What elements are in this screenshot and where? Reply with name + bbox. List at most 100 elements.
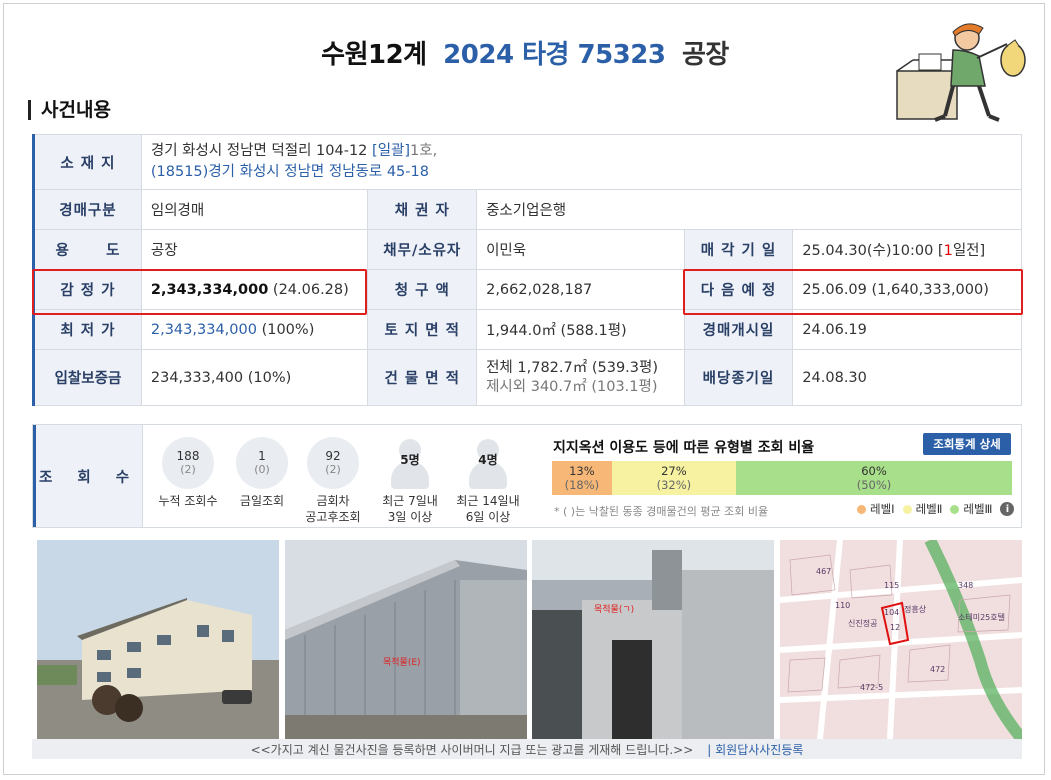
stat-visitors-7d: 5명 최근 7일내 3일 이상 <box>368 437 452 525</box>
stat-caption: 금회차 공고후조회 <box>291 493 375 525</box>
legend-dot-level3 <box>950 504 960 514</box>
person-icon: 5명 <box>384 437 436 489</box>
sale-date-label: 매 각 기 일 <box>683 229 794 270</box>
auction-type-label: 경매구분 <box>32 189 142 230</box>
min-price-label: 최 저 가 <box>32 309 142 350</box>
stat-value: 92 <box>325 449 341 463</box>
ratio-segment-level2: 27% (32%) <box>611 461 736 495</box>
property-photo-entrance[interactable]: 목적물(ㄱ) <box>532 540 774 739</box>
dividend-deadline-label: 배당종기일 <box>683 349 794 406</box>
claim-value: 2,662,028,187 <box>476 269 685 310</box>
view-stats-detail-button[interactable]: 조회통계 상세 <box>923 433 1011 455</box>
min-price-value: 2,343,334,000 (100%) <box>140 309 369 350</box>
visitor-count: 4명 <box>478 453 498 467</box>
debtor-owner-label: 채무/소유자 <box>367 229 478 270</box>
photo-register-notice: <<가지고 계신 물건사진을 등록하면 사이버머니 지급 또는 광고를 게재해 … <box>250 742 694 757</box>
ratio-segment-level3: 60% (50%) <box>735 461 1012 495</box>
sale-date-value: 25.04.30(수)10:00 [1일전] <box>792 229 1022 270</box>
map-label: 신진정공 <box>848 618 877 628</box>
claim-label: 청 구 액 <box>367 269 478 310</box>
visitor-count: 5명 <box>400 453 420 467</box>
stat-caption: 최근 14일내 6일 이상 <box>446 493 530 525</box>
auction-mascot-illustration <box>896 23 1026 122</box>
property-photo-exterior[interactable] <box>37 540 279 739</box>
map-label: 정흥상 <box>904 604 927 614</box>
address-road-link[interactable]: (18515)경기 화성시 정남면 정남동로 45-18 <box>151 164 429 180</box>
view-ratio-note: * ( )는 낙찰된 동종 경매물건의 평균 조회 비율 <box>554 505 769 518</box>
ratio-segment-value: 60% <box>861 464 887 478</box>
next-schedule-label: 다 음 예 정 <box>683 269 794 310</box>
view-stats-panel: 조 회 수 188 (2) 누적 조회수 1 (0) 금일조회 92 (2) 금… <box>32 424 1022 528</box>
building-area-total: 전체 1,782.7㎡ (539.3평) <box>486 359 659 376</box>
next-schedule-value: 25.06.09 (1,640,333,000) <box>792 269 1022 310</box>
days-left: 1 <box>943 243 953 259</box>
info-icon[interactable]: i <box>1000 502 1015 516</box>
sale-date-text: 25.04.30(수)10:00 [ <box>802 243 944 259</box>
legend-label: 레벨Ⅲ <box>963 502 993 516</box>
register-photo-link[interactable]: | 회원답사사진등록 <box>707 741 803 758</box>
map-label: 348 <box>958 581 973 590</box>
creditor-label: 채 권 자 <box>367 189 478 230</box>
map-label: 472 <box>930 665 945 674</box>
start-date-label: 경매개시일 <box>683 309 794 350</box>
map-label: 104 <box>884 608 899 617</box>
stat-value: 1 <box>258 449 266 463</box>
stat-caption: 최근 7일내 3일 이상 <box>368 493 452 525</box>
land-area-label: 토 지 면 적 <box>367 309 478 350</box>
ratio-segment-value: 13% <box>569 464 595 478</box>
legend-label: 레벨Ⅱ <box>915 502 943 516</box>
photo-tag: 목적물(E) <box>383 656 421 668</box>
map-label: 소테미25호텔 <box>958 613 1005 622</box>
stat-caption-line1: 최근 7일내 <box>382 494 438 508</box>
legend-label: 레벨Ⅰ <box>870 502 895 516</box>
min-price-amount[interactable]: 2,343,334,000 <box>151 322 257 338</box>
property-photo-side[interactable]: 목적물(E) <box>285 540 527 739</box>
stat-caption-line1: 금회차 <box>316 494 350 508</box>
court-name: 수원12계 <box>321 40 427 70</box>
legend-dot-level1 <box>857 504 866 514</box>
stat-sub: (0) <box>254 463 270 476</box>
ratio-segment-level1: 13% (18%) <box>552 461 612 495</box>
bulk-sale-link[interactable]: [일괄] <box>372 143 410 159</box>
appraisal-date: (24.06.28) <box>272 281 349 298</box>
stat-visitors-14d: 4명 최근 14일내 6일 이상 <box>446 437 530 525</box>
stat-circle: 92 (2) <box>307 437 359 489</box>
legend-dot-level2 <box>902 504 912 514</box>
stat-caption-line2: 공고후조회 <box>305 510 361 524</box>
auction-type-value: 임의경매 <box>140 189 369 230</box>
stat-total-views: 188 (2) 누적 조회수 <box>146 437 230 509</box>
map-label: 110 <box>835 601 850 610</box>
building-area-extra: 제시외 340.7㎡ (103.1평) <box>486 378 658 395</box>
min-price-pct: (100%) <box>261 321 315 338</box>
building-area-label: 건 물 면 적 <box>367 349 478 406</box>
ratio-segment-value: 27% <box>661 464 687 478</box>
ratio-segment-average: (32%) <box>656 478 692 492</box>
views-label: 조 회 수 <box>33 425 143 527</box>
appraisal-amount: 2,343,334,000 <box>150 281 269 298</box>
ratio-segment-average: (50%) <box>856 478 892 492</box>
usage-value: 공장 <box>140 229 369 270</box>
view-ratio-title: 지지옥션 이용도 등에 따른 유형별 조회 비율 <box>553 440 815 456</box>
start-date-value: 24.06.19 <box>792 309 1022 350</box>
stat-round-views: 92 (2) 금회차 공고후조회 <box>291 437 375 525</box>
address-line1: 경기 화성시 정남면 덕절리 104-12 <box>150 143 368 159</box>
usage-label: 용 도 <box>32 229 142 270</box>
map-label: 467 <box>816 567 831 576</box>
section-title: 사건내용 <box>28 100 111 120</box>
land-area-value: 1,944.0㎡ (588.1평) <box>476 309 685 350</box>
stat-caption-line2: 6일 이상 <box>465 510 511 524</box>
map-label: 472-5 <box>860 683 883 692</box>
property-location-map[interactable]: 104 12 신진정공 정흥상 110 115 348 소테미25호텔 472 … <box>780 540 1022 739</box>
person-icon: 4명 <box>462 437 514 489</box>
stat-value: 188 <box>176 449 200 463</box>
case-info-table: 소 재 지 경기 화성시 정남면 덕절리 104-12 [일괄]1호, (185… <box>32 134 1023 406</box>
deposit-value: 234,333,400 (10%) <box>140 349 369 406</box>
deposit-label: 입찰보증금 <box>32 349 142 406</box>
case-category: 공장 <box>682 40 729 70</box>
address-unit: 1호, <box>410 143 438 159</box>
stat-sub: (2) <box>325 463 341 476</box>
address-value: 경기 화성시 정남면 덕절리 104-12 [일괄]1호, (18515)경기 … <box>140 134 1023 190</box>
address-label: 소 재 지 <box>32 134 142 190</box>
appraisal-value: 2,343,334,000 (24.06.28) <box>140 269 369 310</box>
photo-register-bar: <<가지고 계신 물건사진을 등록하면 사이버머니 지급 또는 광고를 게재해 … <box>32 739 1022 759</box>
